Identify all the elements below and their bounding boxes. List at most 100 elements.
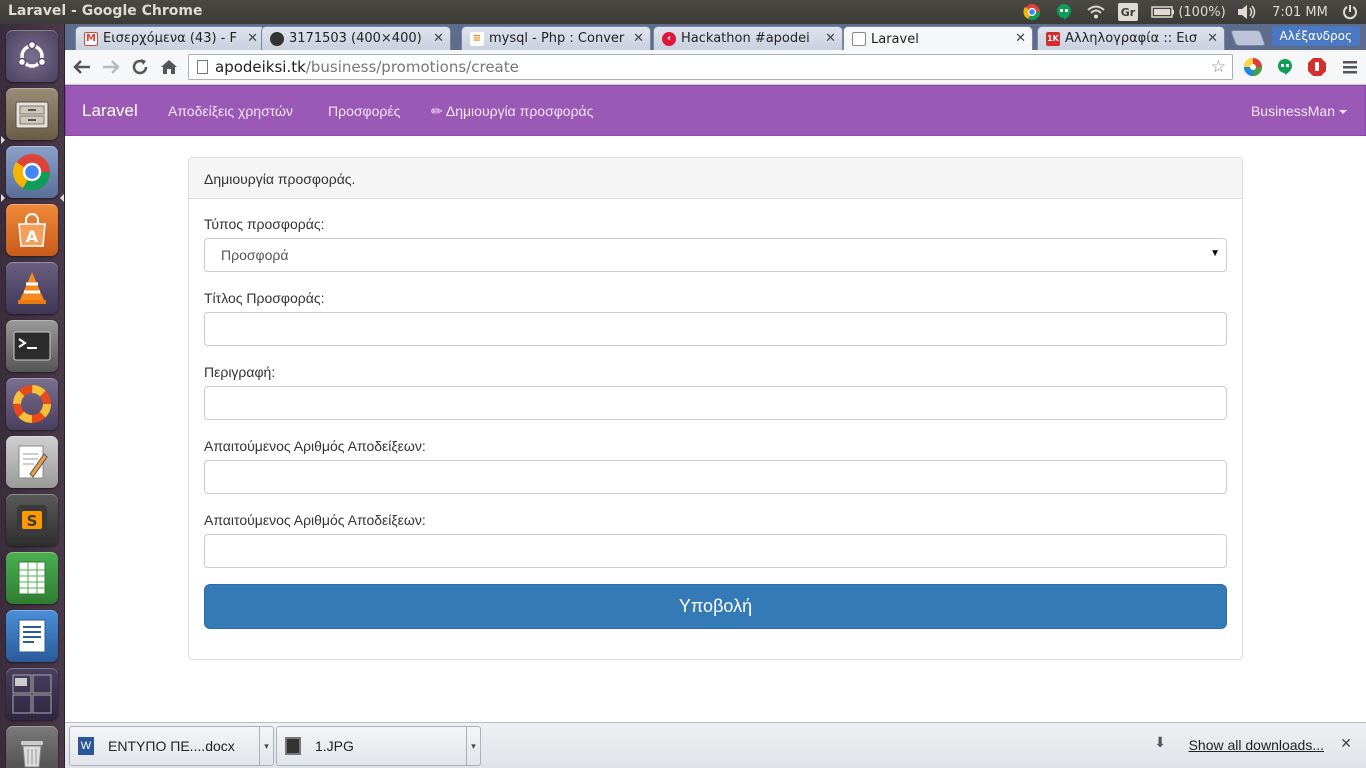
tab-laravel[interactable]: Laravel ✕ <box>843 26 1033 51</box>
hangouts-extension-icon[interactable] <box>1274 56 1296 78</box>
text-editor-icon[interactable] <box>6 436 58 488</box>
tab-gmail[interactable]: M Εισερχόμενα (43) - F ✕ <box>75 26 265 50</box>
running-indicator <box>1 136 5 144</box>
bookmark-star-icon[interactable]: ☆ <box>1211 57 1226 77</box>
promotion-title-input[interactable] <box>204 312 1227 346</box>
tab-title: Hackathon #apodei <box>681 31 810 46</box>
word-doc-icon: W <box>78 737 94 755</box>
download-menu-caret-icon[interactable]: ▾ <box>466 727 480 765</box>
close-icon[interactable]: ✕ <box>633 31 644 46</box>
github-icon <box>270 31 284 46</box>
close-icon[interactable]: ✕ <box>1340 736 1352 752</box>
writer-document-icon[interactable] <box>6 610 58 662</box>
adblock-extension-icon[interactable] <box>1306 56 1328 78</box>
back-arrow-icon[interactable] <box>71 56 93 78</box>
promotion-type-select[interactable]: Προσφορά ▼ <box>204 238 1227 272</box>
download-item[interactable]: 1.JPG ▾ <box>276 726 481 766</box>
chrome-indicator-icon[interactable] <box>1022 2 1042 22</box>
address-bar[interactable]: apodeiksi.tk/business/promotions/create … <box>188 54 1233 80</box>
app-navbar: Laravel Αποδείξεις χρηστών Προσφορές ✏ Δ… <box>65 85 1366 136</box>
gr-indicator[interactable]: Gr <box>1118 3 1138 21</box>
show-all-downloads-link[interactable]: Show all downloads... <box>1189 737 1324 753</box>
hackathon-icon: ‹ <box>662 31 676 46</box>
software-center-icon[interactable]: A <box>6 204 58 256</box>
page-info-icon[interactable] <box>197 60 208 74</box>
forward-arrow-icon[interactable] <box>100 56 122 78</box>
window-title: Laravel - Google Chrome <box>8 3 203 19</box>
stackoverflow-icon: ≡ <box>470 31 484 46</box>
home-icon[interactable] <box>158 56 180 78</box>
battery-percent: (100%) <box>1178 4 1226 20</box>
wifi-icon[interactable] <box>1084 2 1108 22</box>
svg-text:S: S <box>27 512 38 530</box>
description-input[interactable] <box>204 386 1227 420</box>
close-icon[interactable]: ✕ <box>1015 31 1026 46</box>
form-group-description: Περιγραφή: <box>204 364 1227 420</box>
download-menu-caret-icon[interactable]: ▾ <box>259 727 273 765</box>
mail-icon: 1K <box>1046 31 1060 46</box>
close-icon[interactable]: ✕ <box>433 31 444 46</box>
browser-toolbar: apodeiksi.tk/business/promotions/create … <box>65 50 1366 85</box>
dash-home-icon[interactable] <box>6 30 58 82</box>
battery-icon[interactable] <box>1150 2 1176 22</box>
navbar-brand[interactable]: Laravel <box>82 101 138 121</box>
nav-link-promotions[interactable]: Προσφορές <box>328 103 400 119</box>
close-icon[interactable]: ✕ <box>247 31 258 46</box>
description-label: Περιγραφή: <box>204 364 276 380</box>
user-dropdown[interactable]: BusinessMan <box>1251 103 1335 119</box>
workspace-switcher-icon[interactable] <box>6 668 58 720</box>
tab-title: Αλληλογραφία :: Εισ <box>1065 31 1198 46</box>
profile-button[interactable]: Αλέξανδρος <box>1271 26 1360 46</box>
running-indicator <box>1 194 5 202</box>
tab-mail[interactable]: 1K Αλληλογραφία :: Εισ ✕ <box>1037 26 1225 50</box>
power-icon[interactable] <box>1340 2 1360 22</box>
volume-icon[interactable] <box>1236 2 1258 22</box>
page-content: Laravel Αποδείξεις χρηστών Προσφορές ✏ Δ… <box>65 85 1366 722</box>
chrome-icon[interactable] <box>6 146 58 198</box>
promotion-type-label: Τύπος προσφοράς: <box>204 216 325 232</box>
form-group-promotion-title: Τίτλος Προσφοράς: <box>204 290 1227 346</box>
nav-link-user-receipts[interactable]: Αποδείξεις χρηστών <box>168 103 293 119</box>
required-receipts-label: Απαιτούμενος Αριθμός Αποδείξεων: <box>204 512 426 528</box>
tab-github[interactable]: 3171503 (400×400) ✕ <box>261 26 451 50</box>
nav-link-create-promotion[interactable]: ✏ Δημιουργία προσφοράς <box>431 103 593 120</box>
color-picker-extension-icon[interactable] <box>1242 56 1264 78</box>
help-lifebuoy-icon[interactable] <box>6 378 58 430</box>
hangouts-indicator-icon[interactable] <box>1054 2 1074 22</box>
download-filename: 1.JPG <box>315 738 354 754</box>
download-item[interactable]: W ΕΝΤΥΠΟ ΠΕ....docx ▾ <box>69 726 274 766</box>
vlc-icon[interactable] <box>6 262 58 314</box>
download-shelf: W ΕΝΤΥΠΟ ΠΕ....docx ▾ 1.JPG ▾ ⬇ Show all… <box>65 722 1366 768</box>
dropdown-arrow-icon[interactable]: ▼ <box>1210 248 1220 259</box>
promotion-title-label: Τίτλος Προσφοράς: <box>204 290 325 306</box>
terminal-icon[interactable] <box>6 320 58 372</box>
tab-strip: M Εισερχόμενα (43) - F ✕ 3171503 (400×40… <box>65 24 1366 51</box>
caret-down-icon[interactable] <box>1339 110 1347 114</box>
close-icon[interactable]: ✕ <box>1207 31 1218 46</box>
tab-stackoverflow[interactable]: ≡ mysql - Php : Conver ✕ <box>461 26 651 50</box>
sublime-text-icon[interactable]: S <box>6 494 58 546</box>
reload-icon[interactable] <box>129 56 151 78</box>
submit-button[interactable]: Υποβολή <box>204 584 1227 629</box>
tab-title: Εισερχόμενα (43) - F <box>103 31 237 46</box>
tab-title: Laravel <box>871 31 919 47</box>
active-indicator <box>60 194 64 202</box>
close-icon[interactable]: ✕ <box>825 31 836 46</box>
image-file-icon <box>285 737 301 755</box>
files-icon[interactable] <box>6 88 58 140</box>
form-group-required-receipts-1: Απαιτούμενος Αριθμός Αποδείξεων: <box>204 438 1227 494</box>
panel-heading: Δημιουργία προσφοράς. <box>189 158 1242 199</box>
required-receipts-input[interactable] <box>204 460 1227 494</box>
new-tab-button[interactable] <box>1230 30 1266 46</box>
clock[interactable]: 7:01 MM <box>1268 2 1332 22</box>
menu-hamburger-icon[interactable] <box>1339 56 1361 78</box>
url-domain: apodeiksi.tk <box>215 58 306 76</box>
required-receipts-input[interactable] <box>204 534 1227 568</box>
trash-icon[interactable] <box>6 726 58 768</box>
svg-text:A: A <box>26 227 39 246</box>
tab-title: mysql - Php : Conver <box>489 31 625 46</box>
download-filename: ΕΝΤΥΠΟ ΠΕ....docx <box>108 738 235 754</box>
tab-hackathon[interactable]: ‹ Hackathon #apodei ✕ <box>653 26 843 50</box>
launcher: A S <box>0 24 65 768</box>
calc-spreadsheet-icon[interactable] <box>6 552 58 604</box>
